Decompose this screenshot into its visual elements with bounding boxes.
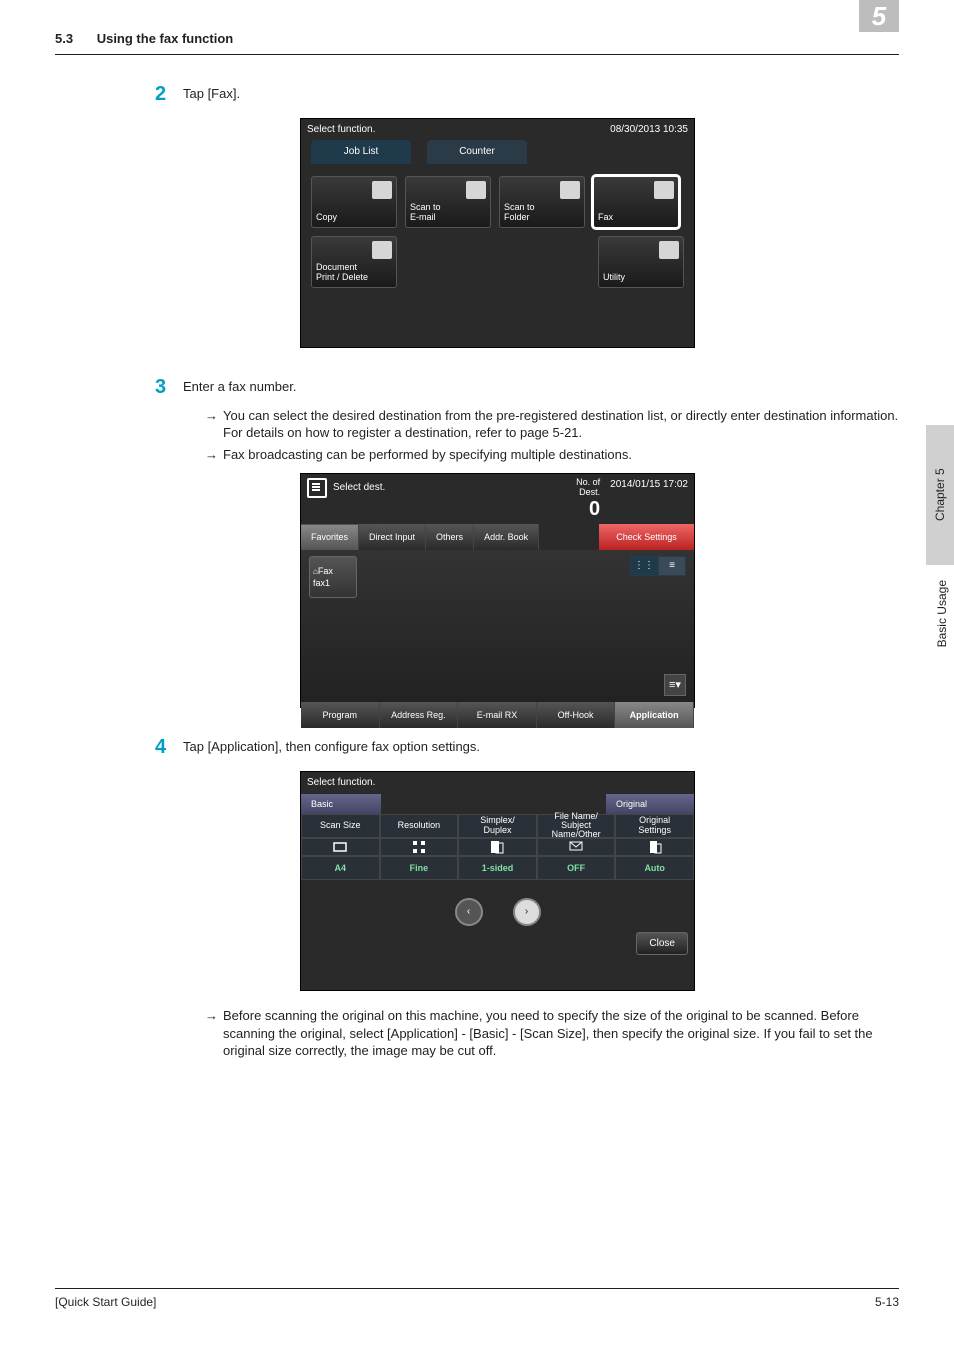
tile-utility-label: Utility: [603, 273, 679, 283]
tile-scan-folder-label: Scan to Folder: [504, 203, 580, 223]
step-4-number: 4: [155, 734, 183, 761]
tab-favorites[interactable]: Favorites: [301, 524, 359, 550]
shot2-dest-label: No. of Dest.: [576, 478, 600, 498]
step-2: 2 Tap [Fax].: [155, 81, 899, 108]
section-number: 5.3: [55, 31, 73, 46]
tile-scan-email[interactable]: Scan to E-mail: [405, 176, 491, 228]
shot1-title: Select function.: [307, 123, 375, 137]
favorite-name: fax1: [313, 577, 330, 589]
icon-file-name[interactable]: [537, 838, 616, 856]
scroll-down-icon[interactable]: ≡▾: [664, 674, 686, 696]
view-list-button[interactable]: ≡: [658, 556, 686, 576]
step-3-sub2: → Fax broadcasting can be performed by s…: [205, 446, 899, 464]
footer-left: [Quick Start Guide]: [55, 1294, 156, 1310]
val-scan-size[interactable]: A4: [301, 856, 380, 880]
col-file-name: File Name/ Subject Name/Other: [537, 814, 616, 838]
col-orig-settings: Original Settings: [615, 814, 694, 838]
step-4: 4 Tap [Application], then configure fax …: [155, 734, 899, 761]
shot3-title: Select function.: [301, 772, 694, 794]
btn-program[interactable]: Program: [301, 702, 380, 728]
address-book-icon[interactable]: [307, 478, 327, 498]
section-original[interactable]: Original: [606, 794, 694, 814]
step-3-text: Enter a fax number.: [183, 374, 296, 396]
btn-application[interactable]: Application: [615, 702, 694, 728]
screenshot-select-function: Select function. 08/30/2013 10:35 Job Li…: [300, 118, 695, 348]
tile-scan-email-label: Scan to E-mail: [410, 203, 486, 223]
col-duplex: Simplex/ Duplex: [458, 814, 537, 838]
tile-scan-folder[interactable]: Scan to Folder: [499, 176, 585, 228]
tile-fax-label: Fax: [598, 213, 674, 223]
icon-scan-size[interactable]: [301, 838, 380, 856]
col-scan-size: Scan Size: [301, 814, 380, 838]
tab-addr-book[interactable]: Addr. Book: [474, 524, 539, 550]
step-3-sub1-text: You can select the desired destination f…: [223, 407, 899, 442]
icon-orig-settings[interactable]: [615, 838, 694, 856]
arrow-icon: →: [205, 407, 223, 425]
side-tab-usage: Basic Usage: [934, 580, 950, 647]
step-3-number: 3: [155, 374, 183, 401]
arrow-icon: →: [205, 446, 223, 464]
btn-email-rx[interactable]: E-mail RX: [458, 702, 537, 728]
shot2-datetime: 2014/01/15 17:02: [610, 478, 688, 492]
side-tab-chapter: Chapter 5: [926, 425, 954, 565]
step-3: 3 Enter a fax number.: [155, 374, 899, 401]
pager-next[interactable]: ›: [513, 898, 541, 926]
step-3-sub1: → You can select the desired destination…: [205, 407, 899, 442]
tab-direct-input[interactable]: Direct Input: [359, 524, 426, 550]
icon-resolution[interactable]: [380, 838, 459, 856]
section-title: Using the fax function: [97, 31, 234, 46]
pager-prev[interactable]: ‹: [455, 898, 483, 926]
step-4-sub1: → Before scanning the original on this m…: [205, 1007, 899, 1060]
favorite-fax1[interactable]: ⌂Fax fax1: [309, 556, 357, 598]
step-4-text: Tap [Application], then configure fax op…: [183, 734, 480, 756]
screenshot-select-dest: Select dest. No. of Dest. 0 2014/01/15 1…: [300, 473, 695, 708]
tile-fax[interactable]: Fax: [593, 176, 679, 228]
fax-icon: [654, 181, 674, 199]
val-resolution[interactable]: Fine: [380, 856, 459, 880]
step-2-number: 2: [155, 81, 183, 108]
arrow-icon: →: [205, 1007, 223, 1025]
favorite-type: ⌂Fax: [313, 565, 333, 578]
step-4-sub1-text: Before scanning the original on this mac…: [223, 1007, 899, 1060]
step-2-text: Tap [Fax].: [183, 81, 240, 103]
gear-icon: [659, 241, 679, 259]
col-resolution: Resolution: [380, 814, 459, 838]
tile-document-print-delete[interactable]: Document Print / Delete: [311, 236, 397, 288]
val-orig-settings[interactable]: Auto: [615, 856, 694, 880]
section-basic[interactable]: Basic: [301, 794, 381, 814]
tile-copy-label: Copy: [316, 213, 392, 223]
icon-duplex[interactable]: [458, 838, 537, 856]
step-3-sub2-text: Fax broadcasting can be performed by spe…: [223, 446, 899, 464]
chapter-box: 5: [859, 0, 899, 32]
tile-document-label: Document Print / Delete: [316, 263, 392, 283]
shot1-tab-joblist[interactable]: Job List: [311, 140, 411, 164]
document-icon: [372, 241, 392, 259]
btn-address-reg[interactable]: Address Reg.: [380, 702, 459, 728]
shot1-datetime: 08/30/2013 10:35: [610, 123, 688, 137]
folder-icon: [560, 181, 580, 199]
copy-icon: [372, 181, 392, 199]
tile-utility[interactable]: Utility: [598, 236, 684, 288]
check-settings-button[interactable]: Check Settings: [599, 524, 694, 550]
shot2-title: Select dest.: [333, 481, 385, 495]
page-footer: [Quick Start Guide] 5-13: [55, 1288, 899, 1310]
tile-copy[interactable]: Copy: [311, 176, 397, 228]
shot1-tab-counter[interactable]: Counter: [427, 140, 527, 164]
view-grid-button[interactable]: ⋮⋮: [630, 556, 658, 576]
btn-off-hook[interactable]: Off-Hook: [537, 702, 616, 728]
close-button[interactable]: Close: [636, 932, 688, 956]
shot2-dest-count: 0: [576, 498, 600, 520]
val-duplex[interactable]: 1-sided: [458, 856, 537, 880]
mail-icon: [466, 181, 486, 199]
footer-right: 5-13: [875, 1294, 899, 1310]
section-header: 5.3 Using the fax function: [55, 30, 899, 55]
tab-others[interactable]: Others: [426, 524, 474, 550]
screenshot-application-basic: Select function. Basic Original Scan Siz…: [300, 771, 695, 991]
val-file-name[interactable]: OFF: [537, 856, 616, 880]
